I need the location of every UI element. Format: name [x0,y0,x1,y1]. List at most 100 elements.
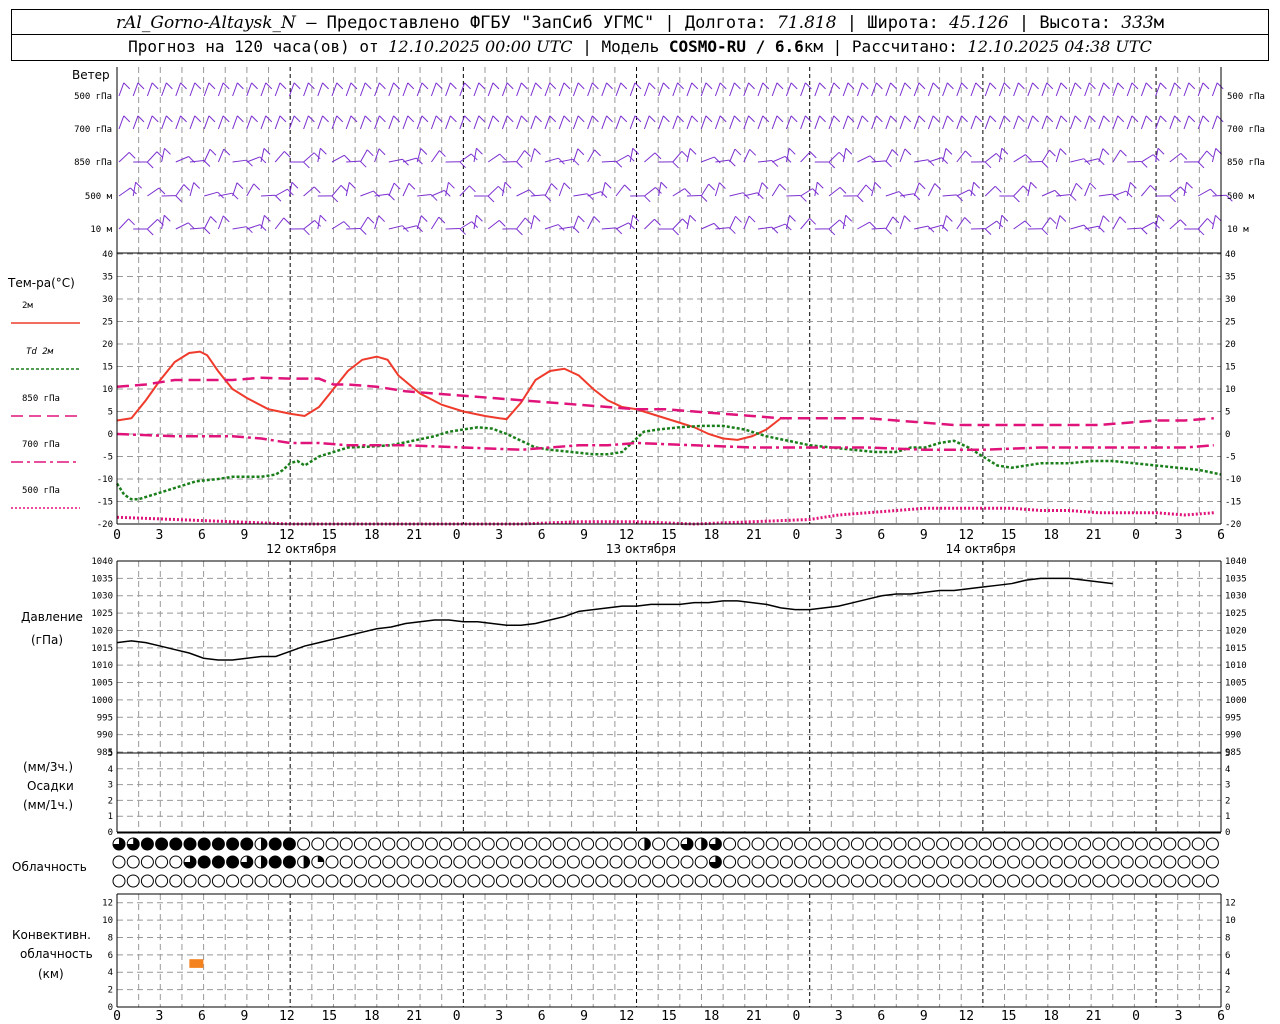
y-tick-label-right: 35 [1225,273,1236,283]
wind-barb [729,148,736,163]
cloud-circle [1120,874,1134,888]
cloud-circle [1007,874,1021,888]
wind-barb [1112,115,1119,130]
y-tick-label-left: 4 [108,968,113,978]
y-tick-label-right: -10 [1225,475,1241,485]
wind-barb-feather [516,228,523,236]
cloud-circle [368,874,382,888]
wind-barb-feather [964,217,972,224]
cloud-circle [1134,874,1148,888]
pressure-title: Давление [21,610,83,624]
x-tick-label: 18 [1043,528,1059,543]
cloud-circle [907,855,921,869]
wind-level-label-left: 10 м [90,225,112,235]
wind-barb-feather [1188,82,1196,90]
wind-barb-feather [892,216,900,224]
wind-barb-feather [194,82,202,90]
wind-barb-feather [634,115,642,123]
cloud-circle [794,837,808,851]
wind-barb-feather [594,149,601,157]
y-tick-label-right: 1030 [1225,592,1247,602]
wind-level-label-left: 500 гПа [74,92,112,102]
wind-barb-feather [237,115,244,123]
cloud-circle [779,837,793,851]
cloud-circle [410,874,424,888]
wind-barb-feather [366,149,374,157]
wind-barb-feather [378,215,385,222]
wind-barb-feather [516,161,523,169]
y-tick-label-right: 0 [1225,1003,1230,1013]
wind-barb-feather [898,191,906,198]
legend-label: 850 гПа [22,394,60,404]
x-tick-label: 0 [453,528,461,543]
wind-barb-feather [748,215,756,223]
y-tick-label-right: 5 [1225,408,1230,418]
cloud-panel [112,837,1219,888]
wind-barb [1027,182,1032,197]
wind-barb [644,218,655,230]
wind-barb [501,182,506,197]
wind-barb [942,215,947,230]
y-tick-label-right: 0 [1225,828,1230,838]
x-tick-label: 3 [835,1009,843,1024]
wind-barb [175,184,185,197]
wind-barb-feather [904,148,912,156]
wind-barb [516,82,522,97]
wind-barb [204,191,218,197]
x-tick-label: 3 [495,528,503,543]
wind-barb [729,82,735,97]
wind-barb [1112,149,1121,163]
wind-barb-feather [359,228,367,235]
wind-barb-feather [1060,115,1068,123]
cloud-circle [140,855,154,869]
wind-barb-feather [1157,214,1165,222]
wind-barb [487,82,494,97]
wind-barb-feather [331,195,339,203]
cloud-circle [1205,855,1219,869]
wind-barb-feather [606,115,613,123]
cloud-circle [1021,837,1035,851]
cloud-circle [836,837,850,851]
wind-barb [729,192,744,197]
wind-barb [246,115,253,130]
wind-barb [260,82,267,97]
cloud-fill [169,838,182,850]
cloud-circle [495,855,509,869]
wind-barb [417,194,432,197]
cloud-circle [1163,837,1177,851]
wind-barb-feather [691,82,699,90]
y-tick-label-left: 1035 [91,574,113,584]
wind-barb [743,192,758,197]
y-tick-label-left: 20 [102,340,113,350]
cloud-circle [1035,855,1049,869]
y-tick-label-left: 2 [108,796,113,806]
wind-barb [956,189,970,197]
wind-barb-feather [521,82,528,90]
cloud-circle [112,855,126,869]
cloud-circle [1049,837,1063,851]
wind-barb [942,82,948,97]
wind-barb [1027,160,1042,163]
cloud-circle [396,837,410,851]
wind-barb-feather [504,181,512,189]
cloud-circle [453,874,467,888]
wind-barb-feather [563,82,571,90]
wind-barb [1084,82,1090,97]
wind-barb-feather [469,185,476,193]
wind-barb-feather [890,115,897,123]
wind-barb [359,82,366,97]
wind-barb-feather [364,82,372,90]
wind-barb [899,148,906,163]
cloud-circle [382,855,396,869]
cloud-circle [865,855,879,869]
wind-barb-feather [719,182,726,189]
wind-barb-feather [975,82,983,90]
wind-barb [587,191,602,197]
wind-barb-feather [684,188,692,195]
wind-barb [303,186,315,197]
wind-barb [388,182,395,197]
wind-barb [1056,194,1071,197]
cloud-circle [1106,855,1120,869]
wind-barb-feather [464,82,471,90]
wind-barb [856,82,863,97]
